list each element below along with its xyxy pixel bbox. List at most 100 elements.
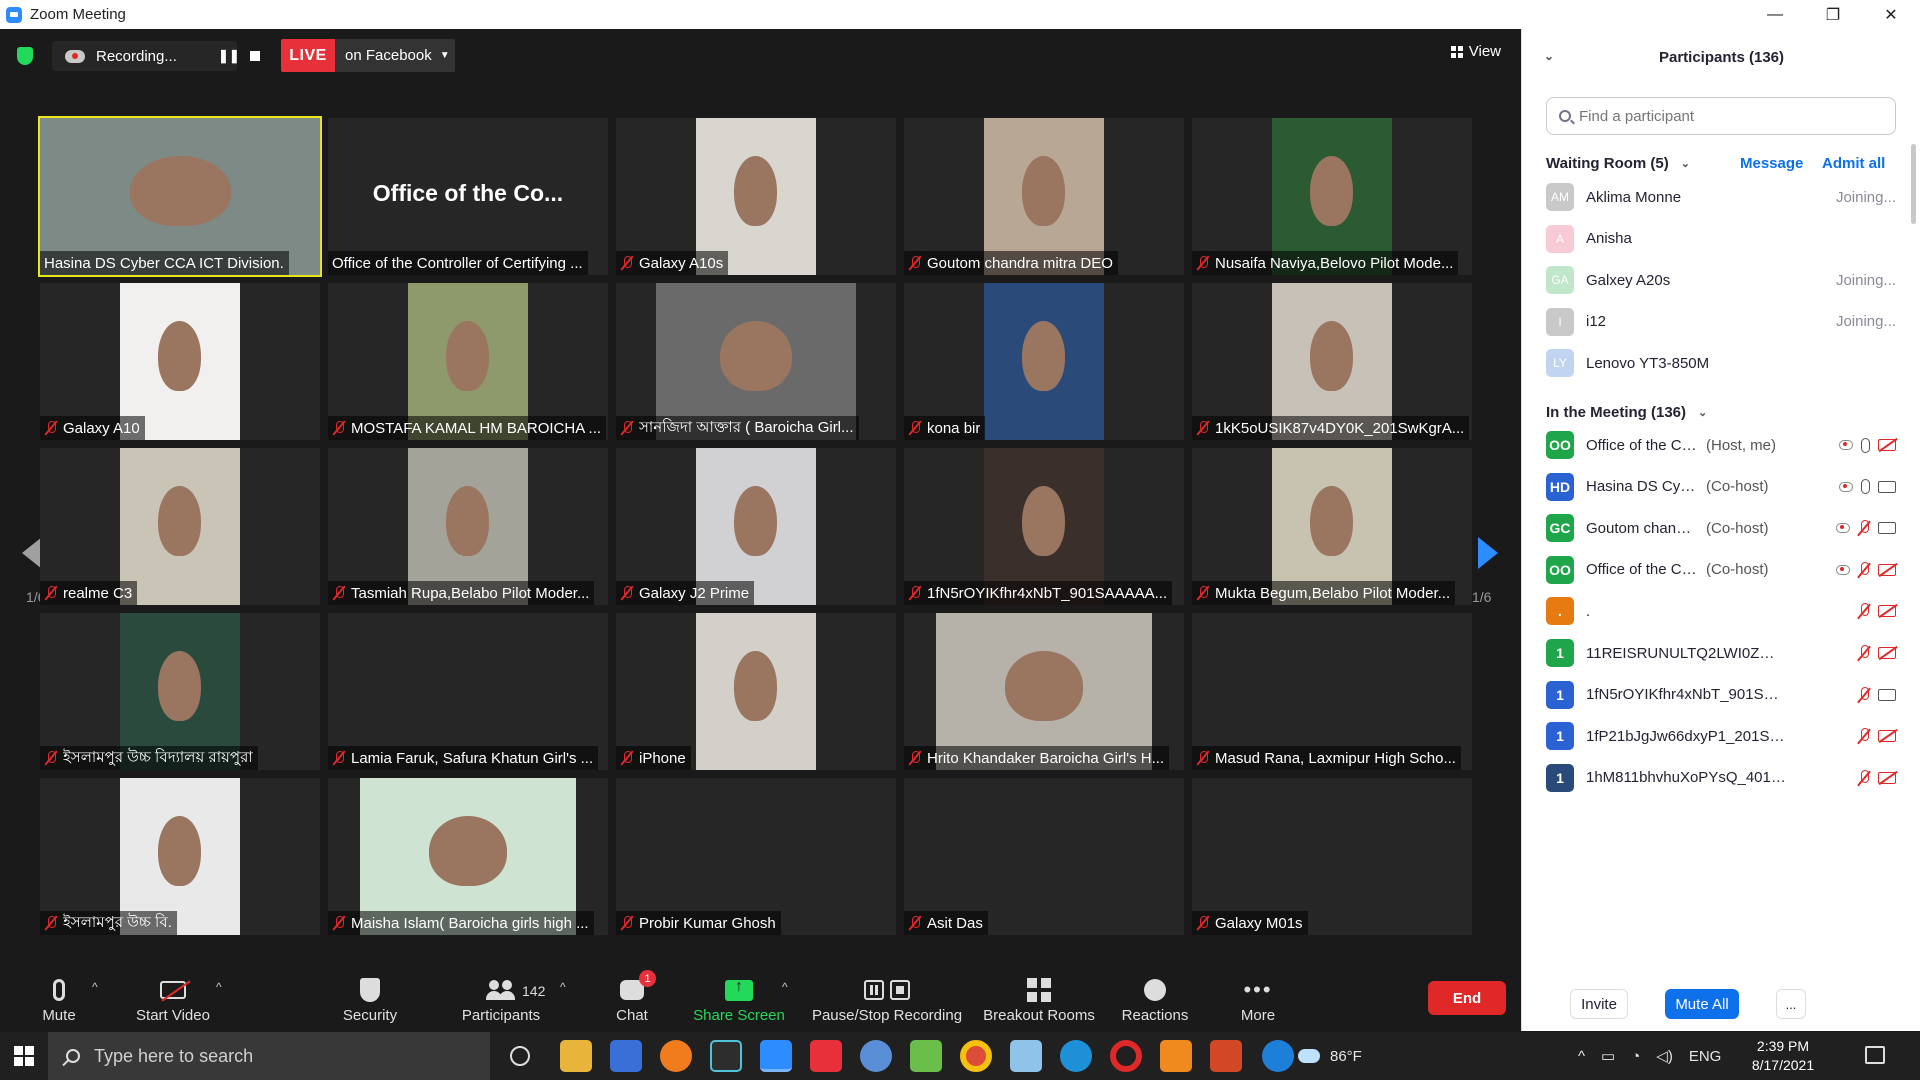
mic-muted-icon[interactable]: [1858, 520, 1870, 536]
meeting-participant-item[interactable]: OO Office of the Cont... (Host, me): [1546, 425, 1896, 465]
anydesk-icon[interactable]: [810, 1040, 842, 1072]
video-tile[interactable]: ইসলামপুর উচ্চ বিদ্যালয় রায়পুরা: [40, 613, 320, 770]
waiting-room-item[interactable]: LY Lenovo YT3-850M: [1546, 343, 1896, 383]
video-tile[interactable]: Goutom chandra mitra DEO: [904, 118, 1184, 275]
waiting-room-item[interactable]: AM Aklima Monne Joining...: [1546, 177, 1896, 217]
taskbar-search[interactable]: Type here to search: [48, 1032, 490, 1080]
camera-icon[interactable]: [1878, 688, 1896, 701]
app-icon[interactable]: [860, 1040, 892, 1072]
invite-button[interactable]: Invite: [1570, 989, 1628, 1019]
audio-options-caret-icon[interactable]: ^: [92, 980, 98, 994]
camera-off-icon[interactable]: [1878, 730, 1896, 743]
edge-icon[interactable]: [1060, 1040, 1092, 1072]
camera-off-icon[interactable]: [1878, 563, 1896, 576]
message-waiting-room-button[interactable]: Message: [1740, 155, 1803, 172]
volume-icon[interactable]: ◁): [1656, 1047, 1673, 1065]
mic-muted-icon[interactable]: [1858, 769, 1870, 786]
notes-app-icon[interactable]: [1010, 1040, 1042, 1072]
mic-muted-icon[interactable]: [1858, 603, 1870, 619]
video-tile[interactable]: MOSTAFA KAMAL HM BAROICHA ...: [328, 283, 608, 440]
camera-off-icon[interactable]: [1878, 771, 1896, 784]
pause-stop-recording-button[interactable]: Pause/Stop Recording: [810, 960, 964, 1032]
stop-recording-icon[interactable]: [250, 51, 260, 61]
vlc-icon[interactable]: [1160, 1040, 1192, 1072]
pause-recording-icon[interactable]: ❚❚: [218, 48, 240, 64]
video-tile[interactable]: Asit Das: [904, 778, 1184, 935]
waiting-room-header[interactable]: Waiting Room (5) ⌄: [1546, 155, 1690, 172]
waiting-room-item[interactable]: A Anisha: [1546, 219, 1896, 259]
maximize-button[interactable]: ❐: [1804, 0, 1862, 29]
video-tile[interactable]: Galaxy A10s: [616, 118, 896, 275]
start-video-button[interactable]: Start Video: [128, 960, 218, 1032]
video-tile[interactable]: 1fN5rOYIKfhr4xNbT_901SAAAAA...: [904, 448, 1184, 605]
video-tile[interactable]: সানজিদা আক্তার ( Baroicha Girl...: [616, 283, 896, 440]
notifications-icon[interactable]: [1865, 1046, 1885, 1064]
mute-button[interactable]: Mute: [24, 960, 94, 1032]
video-tile[interactable]: kona bir: [904, 283, 1184, 440]
meeting-participant-item[interactable]: OO Office of the Contr... (Co-host): [1546, 550, 1896, 590]
camera-icon[interactable]: [1878, 522, 1896, 535]
infinity-app-icon[interactable]: [710, 1040, 742, 1072]
store-icon[interactable]: [610, 1040, 642, 1072]
video-tile[interactable]: 1kK5oUSIK87v4DY0K_201SwKgrA...: [1192, 283, 1472, 440]
participant-search[interactable]: [1546, 97, 1896, 135]
waiting-room-item[interactable]: GA Galxey A20s Joining...: [1546, 260, 1896, 300]
camera-off-icon[interactable]: [1878, 439, 1896, 451]
reactions-button[interactable]: Reactions: [1119, 960, 1191, 1032]
video-tile[interactable]: ইসলামপুর উচ্চ বি.: [40, 778, 320, 935]
taskbar-clock[interactable]: 2:39 PM 8/17/2021: [1745, 1037, 1821, 1075]
admit-all-button[interactable]: Admit all: [1822, 155, 1885, 172]
share-options-caret-icon[interactable]: ^: [782, 980, 788, 994]
share-screen-button[interactable]: Share Screen: [692, 960, 786, 1032]
video-options-caret-icon[interactable]: ^: [216, 980, 222, 994]
video-tile[interactable]: Maisha Islam( Baroicha girls high ...: [328, 778, 608, 935]
camera-off-icon[interactable]: [1878, 647, 1896, 659]
video-tile[interactable]: Mukta Begum,Belabo Pilot Moder...: [1192, 448, 1472, 605]
file-explorer-icon[interactable]: [560, 1040, 592, 1072]
meeting-participant-item[interactable]: HD Hasina DS Cyber C... (Co-host): [1546, 467, 1896, 507]
battery-icon[interactable]: ▭: [1601, 1047, 1615, 1065]
more-options-button[interactable]: ...: [1776, 989, 1806, 1019]
meeting-participant-item[interactable]: GC Goutom chandra ... (Co-host): [1546, 508, 1896, 548]
video-tile[interactable]: Masud Rana, Laxmipur High Scho...: [1192, 613, 1472, 770]
meeting-participant-item[interactable]: 1 1hM811bhvhuXoPYsQ_401SAAA...: [1546, 758, 1896, 798]
close-button[interactable]: ✕: [1862, 0, 1920, 29]
video-tile[interactable]: realme C3: [40, 448, 320, 605]
camera-off-icon[interactable]: [1878, 605, 1896, 618]
mic-muted-icon[interactable]: [1858, 561, 1870, 578]
video-tile[interactable]: Lamia Faruk, Safura Khatun Girl's ...: [328, 613, 608, 770]
more-button[interactable]: ••• More: [1232, 960, 1284, 1032]
meeting-participant-item[interactable]: 1 11REISRUNULTQ2LWI0ZWwgTD...: [1546, 633, 1896, 673]
minimize-button[interactable]: —: [1746, 0, 1804, 29]
video-tile[interactable]: Galaxy A10: [40, 283, 320, 440]
microphone-icon[interactable]: [1861, 437, 1870, 453]
windows-start-icon[interactable]: [14, 1046, 34, 1066]
network-icon[interactable]: ◔: [1631, 1048, 1640, 1065]
video-tile[interactable]: iPhone: [616, 613, 896, 770]
opera-icon[interactable]: [1110, 1040, 1142, 1072]
video-tile[interactable]: Hrito Khandaker Baroicha Girl's H...: [904, 613, 1184, 770]
collapse-panel-chevron-icon[interactable]: ⌄: [1544, 49, 1554, 63]
previous-page-arrow-icon[interactable]: [22, 537, 42, 569]
chat-button[interactable]: 1 Chat: [612, 960, 656, 1032]
task-view-icon[interactable]: [510, 1046, 530, 1066]
powerpoint-icon[interactable]: [1210, 1040, 1242, 1072]
video-tile[interactable]: Galaxy M01s: [1192, 778, 1472, 935]
video-tile[interactable]: Probir Kumar Ghosh: [616, 778, 896, 935]
video-tile[interactable]: Galaxy J2 Prime: [616, 448, 896, 605]
firefox-icon[interactable]: [660, 1040, 692, 1072]
weather-widget[interactable]: 86°F: [1298, 1032, 1362, 1080]
map-app-icon[interactable]: [910, 1040, 942, 1072]
video-tile[interactable]: Nusaifa Naviya,Belovo Pilot Mode...: [1192, 118, 1472, 275]
encryption-shield-icon[interactable]: [17, 47, 33, 65]
panel-scrollbar[interactable]: [1911, 144, 1916, 224]
mic-muted-icon[interactable]: [1858, 645, 1870, 661]
in-meeting-header[interactable]: In the Meeting (136) ⌄: [1546, 404, 1707, 421]
camera-icon[interactable]: [1878, 480, 1896, 493]
video-tile[interactable]: Tasmiah Rupa,Belabo Pilot Moder...: [328, 448, 608, 605]
breakout-rooms-button[interactable]: Breakout Rooms: [981, 960, 1097, 1032]
waiting-room-item[interactable]: Ii12 Joining...: [1546, 302, 1896, 342]
participants-button[interactable]: 142 Participants: [456, 960, 546, 1032]
input-language[interactable]: ENG: [1689, 1048, 1722, 1065]
live-destination-dropdown[interactable]: on Facebook ▼: [335, 39, 455, 72]
